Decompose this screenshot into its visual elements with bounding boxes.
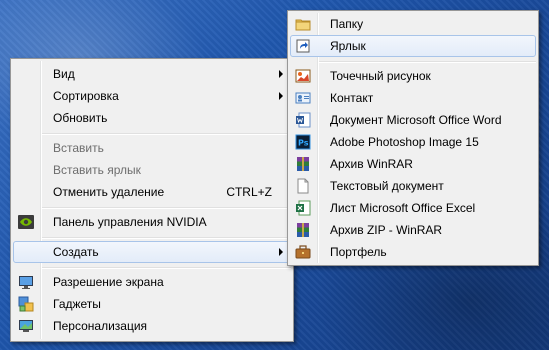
menu-item-paste-shortcut[interactable]: Вставить ярлык (13, 159, 291, 181)
submenu-item-contact[interactable]: Контакт (290, 87, 536, 109)
submenu-arrow-icon (279, 92, 283, 100)
menu-item-label: Точечный рисунок (330, 69, 431, 83)
menu-item-view[interactable]: Вид (13, 63, 291, 85)
menu-item-label: Разрешение экрана (53, 275, 164, 289)
menu-item-label: Портфель (330, 245, 387, 259)
nvidia-icon (18, 214, 34, 230)
submenu-item-briefcase[interactable]: Портфель (290, 241, 536, 263)
menu-item-label: Обновить (53, 111, 108, 125)
menu-item-label: Adobe Photoshop Image 15 (330, 135, 479, 149)
menu-item-label: Вставить ярлык (53, 163, 141, 177)
menu-item-create[interactable]: Создать (13, 241, 291, 263)
menu-item-label: Персонализация (53, 319, 148, 333)
word-icon (295, 112, 311, 128)
menu-item-shortcut: CTRL+Z (226, 185, 272, 199)
folder-icon (295, 16, 311, 32)
menu-item-label: Отменить удаление (53, 185, 165, 199)
menu-item-label: Вид (53, 67, 75, 81)
text-document-icon (295, 178, 311, 194)
menu-separator (319, 61, 536, 63)
menu-item-undo-delete[interactable]: Отменить удаление CTRL+Z (13, 181, 291, 203)
shortcut-icon (295, 38, 311, 54)
submenu-item-shortcut[interactable]: Ярлык (290, 35, 536, 57)
menu-separator (42, 207, 291, 209)
menu-item-label: Ярлык (330, 39, 366, 53)
desktop-context-menu: Вид Сортировка Обновить Вставить Вставит… (10, 58, 294, 342)
menu-item-label: Документ Microsoft Office Word (330, 113, 502, 127)
menu-item-label: Сортировка (53, 89, 119, 103)
contact-icon (295, 90, 311, 106)
briefcase-icon (295, 244, 311, 260)
menu-separator (42, 133, 291, 135)
submenu-item-excel-sheet[interactable]: Лист Microsoft Office Excel (290, 197, 536, 219)
menu-separator (42, 267, 291, 269)
submenu-item-photoshop-image[interactable]: Ps Adobe Photoshop Image 15 (290, 131, 536, 153)
submenu-item-winrar-archive[interactable]: Архив WinRAR (290, 153, 536, 175)
submenu-item-bitmap[interactable]: Точечный рисунок (290, 65, 536, 87)
menu-item-gadgets[interactable]: Гаджеты (13, 293, 291, 315)
menu-item-label: Папку (330, 17, 364, 31)
bitmap-icon (295, 68, 311, 84)
submenu-item-word-document[interactable]: Документ Microsoft Office Word (290, 109, 536, 131)
menu-item-label: Текстовый документ (330, 179, 444, 193)
svg-text:Ps: Ps (298, 139, 309, 148)
menu-item-label: Лист Microsoft Office Excel (330, 201, 476, 215)
menu-item-label: Создать (53, 245, 99, 259)
create-submenu: Папку Ярлык Точечный рисунок Контакт Док… (287, 10, 539, 266)
menu-item-label: Архив WinRAR (330, 157, 413, 171)
menu-item-label: Гаджеты (53, 297, 101, 311)
menu-item-personalization[interactable]: Персонализация (13, 315, 291, 337)
personalization-icon (18, 318, 34, 334)
menu-separator (42, 237, 291, 239)
menu-item-label: Контакт (330, 91, 374, 105)
menu-item-label: Панель управления NVIDIA (53, 215, 207, 229)
submenu-arrow-icon (279, 248, 283, 256)
menu-item-label: Вставить (53, 141, 104, 155)
submenu-arrow-icon (279, 70, 283, 78)
submenu-item-text-document[interactable]: Текстовый документ (290, 175, 536, 197)
menu-item-paste[interactable]: Вставить (13, 137, 291, 159)
menu-item-sort[interactable]: Сортировка (13, 85, 291, 107)
photoshop-icon: Ps (295, 134, 311, 150)
menu-item-nvidia-control-panel[interactable]: Панель управления NVIDIA (13, 211, 291, 233)
submenu-item-zip-archive[interactable]: Архив ZIP - WinRAR (290, 219, 536, 241)
winrar-zip-icon (295, 222, 311, 238)
menu-item-screen-resolution[interactable]: Разрешение экрана (13, 271, 291, 293)
submenu-item-folder[interactable]: Папку (290, 13, 536, 35)
winrar-icon (295, 156, 311, 172)
menu-item-label: Архив ZIP - WinRAR (330, 223, 443, 237)
menu-item-refresh[interactable]: Обновить (13, 107, 291, 129)
screen-resolution-icon (18, 274, 34, 290)
excel-icon (295, 200, 311, 216)
gadgets-icon (18, 296, 34, 312)
